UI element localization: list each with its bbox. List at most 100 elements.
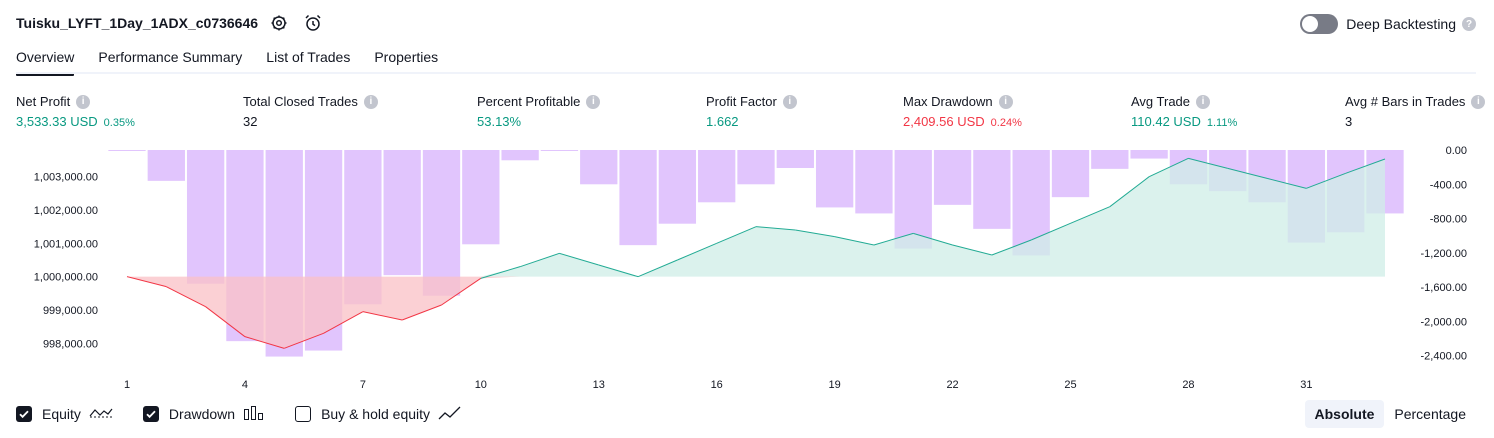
equity-line-icon	[89, 405, 113, 424]
metric-label: Percent Profitable i	[477, 94, 601, 109]
info-icon[interactable]: i	[782, 94, 797, 109]
buy-hold-checkbox[interactable]	[295, 406, 312, 422]
right-axis-tick: 0.00	[1446, 145, 1467, 157]
x-axis-tick: 28	[1182, 379, 1194, 391]
alarm-clock-icon[interactable]	[303, 13, 323, 33]
info-icon[interactable]: i	[1471, 94, 1486, 109]
drawdown-bars-icon	[243, 405, 265, 424]
left-axis-tick: 1,003,000.00	[34, 172, 98, 184]
info-icon[interactable]: i	[586, 94, 601, 109]
metric-avg-bars-in-trades: Avg # Bars in Trades i 3	[1345, 94, 1486, 129]
help-icon[interactable]: ?	[1462, 17, 1476, 31]
metric-percent: 1.11%	[1206, 117, 1238, 129]
info-icon[interactable]: i	[1196, 94, 1211, 109]
legend-equity[interactable]: Equity	[16, 405, 113, 424]
info-icon[interactable]: i	[76, 94, 91, 109]
tab-performance-summary[interactable]: Performance Summary	[98, 47, 242, 75]
info-icon[interactable]: i	[363, 94, 378, 109]
left-axis-tick: 1,001,000.00	[34, 238, 98, 250]
view-mode-toggle: Absolute Percentage	[1304, 400, 1477, 428]
metric-label-text: Profit Factor	[706, 94, 777, 109]
legend-drawdown[interactable]: Drawdown	[142, 405, 265, 424]
metric-label-text: Max Drawdown	[903, 94, 993, 109]
tab-divider	[16, 72, 1476, 74]
percentage-button[interactable]: Percentage	[1384, 400, 1476, 428]
drawdown-bar	[147, 150, 185, 181]
metric-value-row: 32	[243, 114, 378, 129]
metric-value: 2,409.56 USD	[903, 114, 985, 129]
drawdown-bar	[1130, 150, 1168, 159]
drawdown-bar	[815, 150, 854, 208]
metric-value-row: 1.662	[706, 114, 797, 129]
metric-label: Avg # Bars in Trades i	[1345, 94, 1486, 109]
metric-value-row: 3,533.33 USD 0.35%	[16, 114, 135, 129]
x-axis-tick: 1	[124, 379, 130, 391]
settings-gear-icon[interactable]	[269, 13, 289, 33]
left-axis-tick: 999,000.00	[43, 305, 98, 317]
metric-value: 110.42 USD	[1131, 114, 1201, 129]
right-axis-tick: -800.00	[1430, 214, 1467, 226]
tab-properties[interactable]: Properties	[374, 47, 438, 75]
deep-backtesting-toggle[interactable]	[1300, 14, 1339, 34]
chart-legend: Equity Drawdown Buy & hold equity	[16, 402, 492, 426]
drawdown-checkbox[interactable]	[142, 406, 159, 422]
left-axis-tick: 998,000.00	[43, 338, 98, 350]
drawdown-bar	[108, 150, 146, 151]
x-axis-tick: 19	[829, 379, 841, 391]
drawdown-bar	[619, 150, 657, 246]
drawdown-bar	[383, 150, 421, 276]
metric-value-row: 110.42 USD 1.11%	[1131, 114, 1237, 129]
right-axis-tick: -400.00	[1430, 179, 1467, 191]
drawdown-bar	[186, 150, 225, 284]
metric-value: 32	[243, 114, 258, 129]
equity-checkbox[interactable]	[16, 406, 32, 422]
deep-backtesting-toggle-group: Deep Backtesting ?	[1300, 13, 1476, 35]
right-axis-tick: -1,200.00	[1421, 248, 1467, 260]
legend-buy-hold[interactable]: Buy & hold equity	[295, 405, 462, 424]
tab-list-of-trades[interactable]: List of Trades	[266, 47, 350, 75]
deep-backtesting-label: Deep Backtesting	[1346, 16, 1456, 32]
left-axis-tick: 1,000,000.00	[34, 272, 98, 284]
metric-percent: 0.35%	[103, 117, 135, 129]
report-header: Tuisku_LYFT_1Day_1ADX_c0736646 Deep Back…	[0, 0, 1494, 48]
info-icon[interactable]: i	[998, 94, 1013, 109]
x-axis-tick: 10	[475, 379, 487, 391]
drawdown-bar	[1091, 150, 1129, 169]
x-axis-tick: 16	[711, 379, 723, 391]
drawdown-bar	[933, 150, 972, 205]
left-axis-tick: 1,002,000.00	[34, 205, 98, 217]
metric-percent-profitable: Percent Profitable i 53.13%	[477, 94, 601, 129]
x-axis-tick: 13	[593, 379, 605, 391]
drawdown-bar	[658, 150, 697, 224]
strategy-title: Tuisku_LYFT_1Day_1ADX_c0736646	[16, 15, 259, 31]
x-axis-tick: 4	[242, 379, 248, 391]
metric-value: 3,533.33 USD	[16, 114, 98, 129]
drawdown-bar	[462, 150, 500, 245]
metric-total-closed-trades: Total Closed Trades i 32	[243, 94, 378, 129]
legend-buy-hold-label: Buy & hold equity	[321, 406, 431, 422]
drawdown-bar	[973, 150, 1011, 229]
tab-overview[interactable]: Overview	[16, 47, 75, 76]
drawdown-bar	[1051, 150, 1090, 198]
drawdown-bar	[501, 150, 539, 161]
right-axis-tick: -1,600.00	[1421, 282, 1467, 294]
right-axis-tick: -2,400.00	[1421, 351, 1467, 363]
metric-max-drawdown: Max Drawdown i 2,409.56 USD 0.24%	[903, 94, 1022, 129]
drawdown-bar	[855, 150, 893, 214]
x-axis-tick: 25	[1064, 379, 1076, 391]
absolute-button[interactable]: Absolute	[1304, 400, 1385, 428]
metric-value: 53.13%	[477, 114, 522, 129]
metric-label: Total Closed Trades i	[243, 94, 378, 109]
drawdown-bar	[776, 150, 814, 168]
toggle-knob	[1302, 16, 1319, 32]
metric-label: Profit Factor i	[706, 94, 797, 109]
metric-value-row: 3	[1345, 114, 1485, 129]
legend-equity-label: Equity	[42, 406, 81, 422]
metric-label-text: Avg # Bars in Trades	[1345, 94, 1466, 109]
metric-value: 1.662	[706, 114, 739, 129]
x-axis-tick: 22	[946, 379, 958, 391]
metric-value: 3	[1345, 114, 1353, 129]
metric-value-row: 2,409.56 USD 0.24%	[903, 114, 1022, 129]
metric-label-text: Total Closed Trades	[243, 94, 358, 109]
metric-value-row: 53.13%	[477, 114, 600, 129]
